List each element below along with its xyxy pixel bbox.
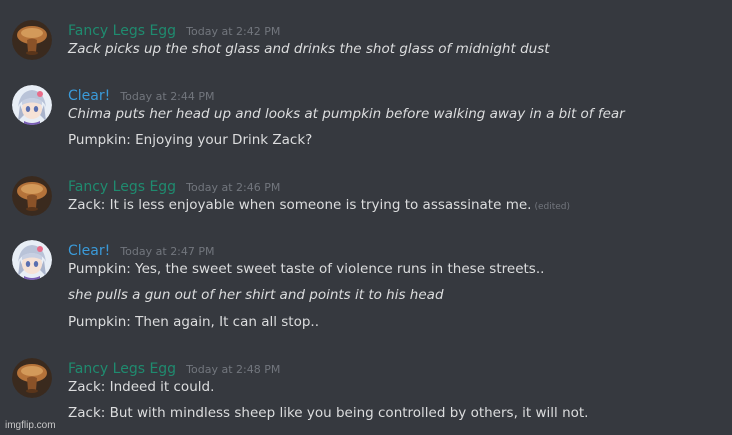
anime-girl-avatar-icon [12,85,52,125]
avatar[interactable] [12,20,52,60]
username[interactable]: Fancy Legs Egg [68,23,176,39]
timestamp: Today at 2:48 PM [186,363,281,376]
message-text: Zack: But with mindless sheep like you b… [68,405,589,421]
chat-messages: Fancy Legs Egg Today at 2:42 PM Zack pic… [0,0,732,435]
message-header: Fancy Legs Egg Today at 2:42 PM [68,20,280,40]
message-header: Clear! Today at 2:47 PM [68,240,215,260]
message-header: Clear! Today at 2:44 PM [68,85,215,105]
timestamp: Today at 2:42 PM [186,25,281,38]
timestamp: Today at 2:47 PM [120,245,215,258]
anime-girl-avatar-icon [12,240,52,280]
message-text: Zack picks up the shot glass and drinks … [68,41,550,57]
timestamp: Today at 2:46 PM [186,181,281,194]
avatar[interactable] [12,240,52,280]
username[interactable]: Clear! [68,243,110,259]
avatar[interactable] [12,176,52,216]
avatar[interactable] [12,358,52,398]
message-text: Pumpkin: Then again, It can all stop.. [68,314,320,330]
mushroom-avatar-icon [12,176,52,216]
mushroom-avatar-icon [12,358,52,398]
message-header: Fancy Legs Egg Today at 2:48 PM [68,358,280,378]
avatar[interactable] [12,85,52,125]
username[interactable]: Fancy Legs Egg [68,361,176,377]
message-text: she pulls a gun out of her shirt and poi… [68,287,444,303]
message-header: Fancy Legs Egg Today at 2:46 PM [68,176,280,196]
watermark: imgflip.com [5,420,56,431]
message-content: Zack: It is less enjoyable when someone … [68,197,532,213]
timestamp: Today at 2:44 PM [120,90,215,103]
mushroom-avatar-icon [12,20,52,60]
username[interactable]: Fancy Legs Egg [68,179,176,195]
message-text: Zack: Indeed it could. [68,379,215,395]
edited-label: (edited) [534,202,570,212]
message-text: Zack: It is less enjoyable when someone … [68,197,570,213]
message-text: Pumpkin: Enjoying your Drink Zack? [68,132,313,148]
username[interactable]: Clear! [68,88,110,104]
message-text: Pumpkin: Yes, the sweet sweet taste of v… [68,261,545,277]
message-text: Chima puts her head up and looks at pump… [68,106,625,122]
